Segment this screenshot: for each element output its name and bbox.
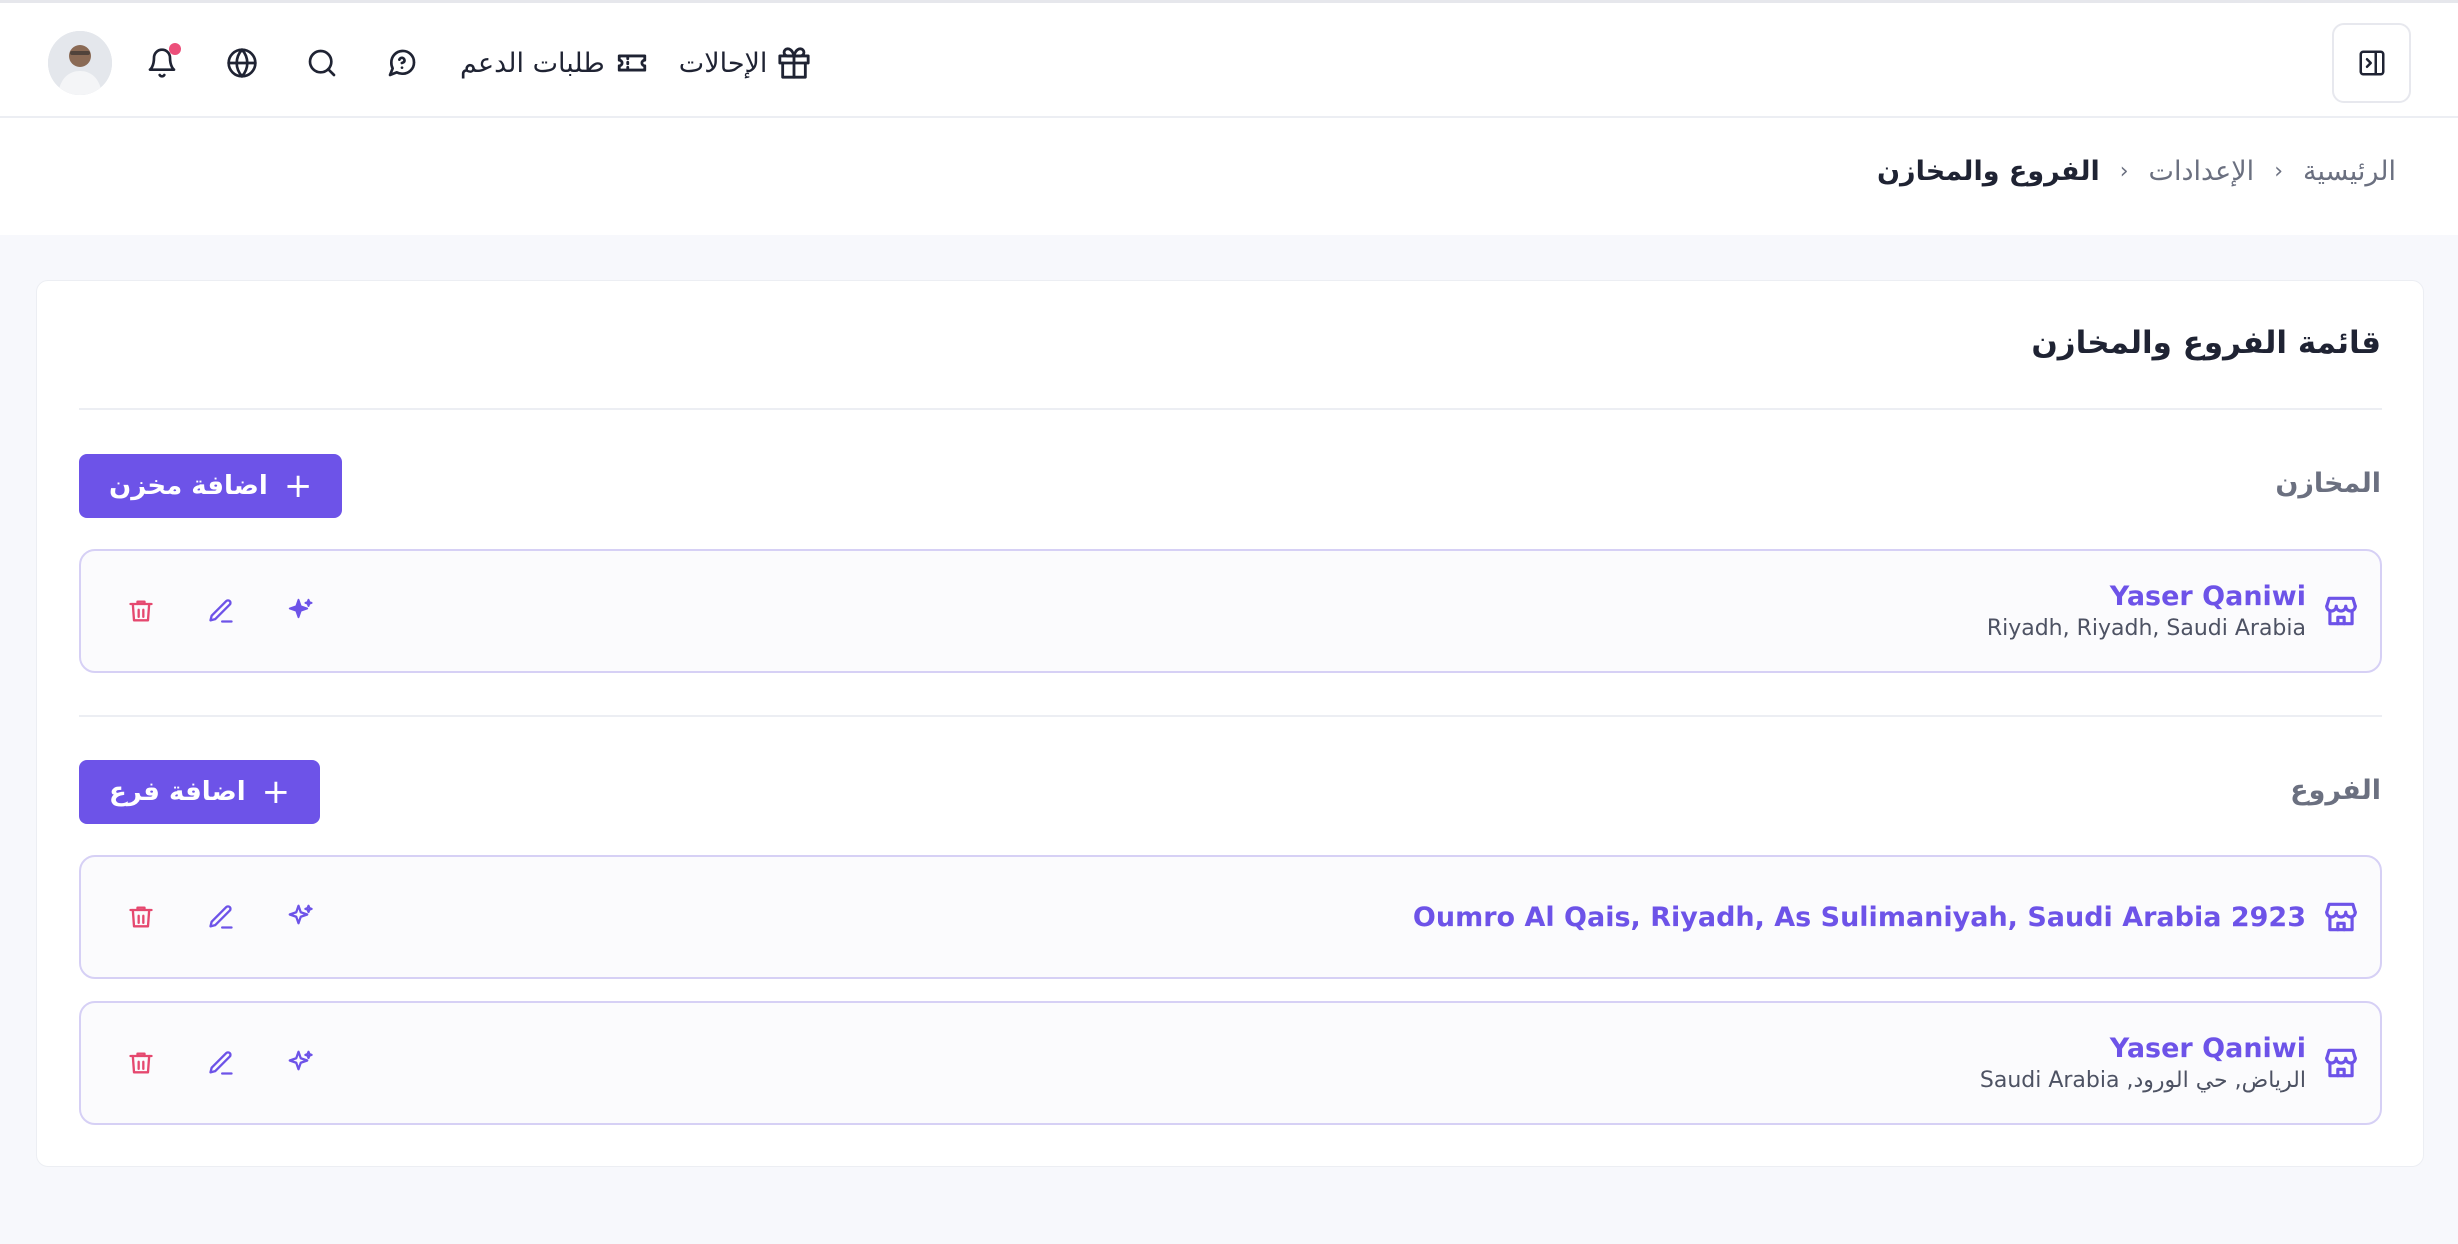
divider (79, 715, 2382, 717)
warehouse-row-actions (121, 551, 321, 671)
add-warehouse-button[interactable]: + اضافة مخزن (79, 454, 343, 518)
branch-row-actions (121, 857, 321, 977)
set-default-button[interactable] (281, 1043, 321, 1083)
trash-icon (129, 906, 153, 928)
branches-section-label: الفروع (2290, 775, 2381, 806)
add-branch-button[interactable]: + اضافة فرع (79, 760, 321, 824)
avatar[interactable] (48, 31, 112, 95)
plus-icon: + (261, 772, 291, 812)
edit-icon (209, 905, 233, 929)
plus-icon: + (283, 466, 313, 506)
language-button[interactable] (214, 35, 270, 91)
branch-row-text: Oumro Al Qais, Riyadh, As Sulimaniyah, S… (1413, 902, 2306, 933)
sparkle-icon (288, 904, 313, 925)
referrals-link[interactable]: الإحالات (679, 35, 812, 91)
notification-dot (169, 43, 181, 55)
edit-icon (209, 599, 233, 623)
branch-row-main: Yaser Qaniwi الرياض, حي الورود, Saudi Ar… (1980, 1003, 2360, 1123)
branch-row-actions (121, 1003, 321, 1123)
avatar-image (48, 31, 112, 95)
branch-row[interactable]: Oumro Al Qais, Riyadh, As Sulimaniyah, S… (79, 855, 2382, 979)
trash-icon (129, 600, 153, 622)
set-default-button[interactable] (281, 897, 321, 937)
delete-button[interactable] (121, 591, 161, 631)
breadcrumb-bar: الرئيسية › الإعدادات › الفروع والمخازن (0, 118, 2458, 235)
edit-button[interactable] (201, 1043, 241, 1083)
top-bar: طلبات الدعم الإحالات (0, 0, 2458, 118)
edit-button[interactable] (201, 591, 241, 631)
branch-row-text: Yaser Qaniwi الرياض, حي الورود, Saudi Ar… (1980, 1033, 2306, 1093)
support-tickets-link[interactable]: طلبات الدعم (460, 35, 649, 91)
delete-button[interactable] (121, 897, 161, 937)
sparkle-icon (288, 598, 313, 619)
chevron-left-icon: › (2119, 159, 2129, 184)
warehouse-row-text: Yaser Qaniwi Riyadh, Riyadh, Saudi Arabi… (1987, 581, 2306, 641)
breadcrumb-settings[interactable]: الإعدادات (2149, 156, 2255, 187)
store-icon (2325, 596, 2357, 626)
warehouse-row[interactable]: Yaser Qaniwi Riyadh, Riyadh, Saudi Arabi… (79, 549, 2382, 673)
sidebar-collapse-icon (2359, 50, 2384, 76)
warehouse-address: Riyadh, Riyadh, Saudi Arabia (1986, 616, 2306, 641)
store-icon (2325, 902, 2357, 932)
ticket-icon (617, 54, 646, 72)
breadcrumb: الرئيسية › الإعدادات › الفروع والمخازن (1877, 156, 2396, 187)
divider (79, 408, 2382, 410)
branch-row[interactable]: Yaser Qaniwi الرياض, حي الورود, Saudi Ar… (79, 1001, 2382, 1125)
branch-row-main: Oumro Al Qais, Riyadh, As Sulimaniyah, S… (1413, 857, 2360, 977)
help-button[interactable] (374, 35, 430, 91)
branch-address: الرياض, حي الورود, Saudi Arabia (1979, 1068, 2306, 1093)
add-branch-label: اضافة فرع (109, 777, 246, 807)
search-icon (308, 49, 336, 77)
breadcrumb-current: الفروع والمخازن (1877, 156, 2100, 187)
edit-icon (209, 1051, 233, 1075)
sparkle-icon (288, 1050, 313, 1071)
referrals-label: الإحالات (678, 47, 768, 79)
branch-name: Yaser Qaniwi (2109, 1033, 2306, 1064)
branches-warehouses-card: قائمة الفروع والمخازن المخازن + اضافة مخ… (36, 280, 2424, 1167)
store-icon (2325, 1048, 2357, 1078)
breadcrumb-home[interactable]: الرئيسية (2303, 156, 2396, 187)
warehouses-section-label: المخازن (2275, 468, 2381, 499)
sidebar-toggle-button[interactable] (2332, 23, 2411, 103)
delete-button[interactable] (121, 1043, 161, 1083)
search-button[interactable] (294, 35, 350, 91)
chevron-left-icon: › (2274, 159, 2283, 184)
page-title: قائمة الفروع والمخازن (2031, 325, 2381, 361)
gift-icon (778, 47, 811, 79)
branch-name: Oumro Al Qais, Riyadh, As Sulimaniyah, S… (1412, 901, 2306, 933)
add-warehouse-label: اضافة مخزن (109, 471, 268, 501)
warehouse-row-main: Yaser Qaniwi Riyadh, Riyadh, Saudi Arabi… (1987, 551, 2360, 671)
support-tickets-label: طلبات الدعم (460, 47, 605, 79)
edit-button[interactable] (201, 897, 241, 937)
set-default-button[interactable] (281, 591, 321, 631)
top-nav: طلبات الدعم الإحالات (48, 25, 811, 101)
trash-icon (129, 1052, 153, 1074)
notifications-button[interactable] (134, 35, 190, 91)
help-chat-icon (388, 49, 416, 77)
globe-icon (227, 48, 257, 78)
warehouse-name: Yaser Qaniwi (2109, 581, 2306, 612)
